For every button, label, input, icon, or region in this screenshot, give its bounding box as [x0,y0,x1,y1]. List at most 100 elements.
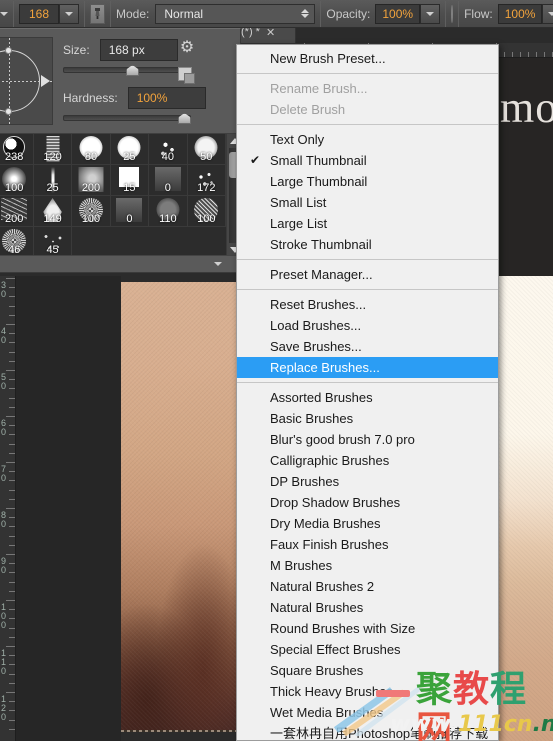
brush-tip-preview[interactable] [0,37,54,126]
menu-item[interactable]: Special Effect Brushes [237,639,498,660]
brush-preset-item[interactable]: 149 [33,196,73,227]
menu-item[interactable]: Calligraphic Brushes [237,450,498,471]
menu-item[interactable]: Stroke Thumbnail [237,234,498,255]
ruler-tick [6,416,15,417]
blend-mode-select[interactable]: Normal [155,3,316,24]
brush-tool-icon[interactable] [90,3,105,24]
brush-preset-item[interactable]: 238 [0,134,34,165]
menu-item[interactable]: 一套林冉自用Photoshop笔刷推荐下载 [237,723,498,740]
menu-item[interactable]: Square Brushes [237,660,498,681]
menu-item-label: Drop Shadow Brushes [270,495,401,510]
menu-item-label: Blur's good brush 7.0 pro [270,432,415,447]
brush-preset-item[interactable]: 172 [187,165,226,196]
brush-preset-item[interactable]: 200 [72,165,111,196]
ruler-label: 1 2 0 [1,694,7,722]
brush-preset-chevron-icon[interactable] [0,11,8,16]
menu-item-label: Large List [270,216,328,231]
brush-preset-item[interactable]: 46 [0,227,34,257]
brush-preset-grid-wrap: 7223812080254050501002520015017250200149… [0,133,242,257]
menu-item[interactable]: New Brush Preset... [237,48,498,69]
ruler-tick [9,609,15,611]
brush-handle-bottom[interactable] [5,108,12,115]
brush-preset-item[interactable]: 100 [187,196,226,227]
ruler-tick [9,388,15,390]
menu-item[interactable]: Dry Media Brushes [237,513,498,534]
menu-item[interactable]: Assorted Brushes [237,387,498,408]
new-preset-icon[interactable] [178,67,195,84]
menu-item[interactable]: Reset Brushes... [237,294,498,315]
size-input[interactable]: 168 px [99,39,178,61]
brush-preset-item[interactable]: 50 [187,134,226,165]
brush-preset-size: 15 [123,182,136,194]
brush-preset-item[interactable]: 200 [0,196,34,227]
brush-preset-grid[interactable]: 7223812080254050501002520015017250200149… [0,134,226,257]
menu-item[interactable]: DP Brushes [237,471,498,492]
menu-item[interactable]: Thick Heavy Brushes [237,681,498,702]
menu-item[interactable]: Text Only [237,129,498,150]
ruler-tick [536,52,537,57]
airbrush-icon[interactable] [451,4,454,23]
ruler-tick [9,452,15,454]
opacity-chevron-down-icon[interactable] [420,3,441,24]
flow-chevron-down-icon[interactable] [542,3,553,24]
ruler-label: 1 0 0 [1,602,7,630]
gear-icon[interactable]: ⚙ [178,39,196,57]
menu-item[interactable]: ✔ Small Thumbnail [237,150,498,171]
ruler-tick [9,471,15,473]
canvas-photo [121,282,236,732]
ruler-tick [9,664,15,666]
menu-item-label: Small List [270,195,327,210]
menu-item[interactable]: Load Brushes... [237,315,498,336]
brush-preset-item[interactable]: 0 [149,165,188,196]
brush-preset-item[interactable]: 45 [34,227,73,257]
brush-preset-item[interactable]: 100 [0,165,34,196]
menu-item[interactable]: Faux Finish Brushes [237,534,498,555]
brush-preset-size: 25 [123,151,136,163]
brush-preset-item[interactable]: 100 [72,196,111,227]
brush-preset-item[interactable]: 25 [33,165,73,196]
size-slider[interactable] [63,65,191,76]
ruler-tick [9,443,15,445]
menu-item[interactable]: Drop Shadow Brushes [237,492,498,513]
menu-item[interactable]: M Brushes [237,555,498,576]
menu-item[interactable]: Large List [237,213,498,234]
menu-item[interactable]: Blur's good brush 7.0 pro [237,429,498,450]
brush-preset-item[interactable]: 120 [33,134,73,165]
menu-item[interactable]: Save Brushes... [237,336,498,357]
ruler-left: 3 04 05 06 07 08 09 01 0 01 1 01 2 0 [0,276,16,741]
menu-item[interactable]: Natural Brushes [237,597,498,618]
brush-angle-arrow-icon[interactable] [41,75,50,87]
menu-item[interactable]: Replace Brushes... [237,357,498,378]
menu-item[interactable]: Wet Media Brushes [237,702,498,723]
ruler-tick [6,600,15,601]
brush-size-chevron-down-icon[interactable] [59,3,79,24]
menu-item[interactable]: Small List [237,192,498,213]
ruler-tick [9,673,15,675]
hardness-input[interactable]: 100% [127,87,206,109]
menu-separator [237,73,498,74]
menu-item[interactable]: Large Thumbnail [237,171,498,192]
brush-preset-item[interactable]: 0 [110,196,150,227]
menu-item[interactable]: Round Brushes with Size [237,618,498,639]
panel-menu-arrow-icon[interactable] [214,262,222,266]
ruler-tick [544,52,545,57]
brush-size-field[interactable]: 168 [19,3,59,24]
size-slider-knob[interactable] [126,65,139,76]
hardness-slider-knob[interactable] [178,113,191,124]
menu-item[interactable]: Preset Manager... [237,264,498,285]
brush-preset-item[interactable]: 15 [110,165,150,196]
ruler-tick [512,52,513,57]
brush-preset-item[interactable]: 110 [149,196,188,227]
brush-preset-context-menu[interactable]: New Brush Preset... Rename Brush... Delete… [236,44,499,741]
brush-preset-item[interactable]: 80 [72,134,111,165]
opacity-field[interactable]: 100% [375,3,421,24]
menu-item[interactable]: Basic Brushes [237,408,498,429]
ruler-tick [9,360,15,362]
ruler-tick [9,351,15,353]
brush-preset-item[interactable]: 40 [149,134,188,165]
menu-item[interactable]: Natural Brushes 2 [237,576,498,597]
hardness-slider[interactable] [63,113,191,124]
brush-preset-item[interactable]: 25 [110,134,150,165]
flow-field[interactable]: 100% [497,3,543,24]
brush-handle-top[interactable] [5,47,12,54]
